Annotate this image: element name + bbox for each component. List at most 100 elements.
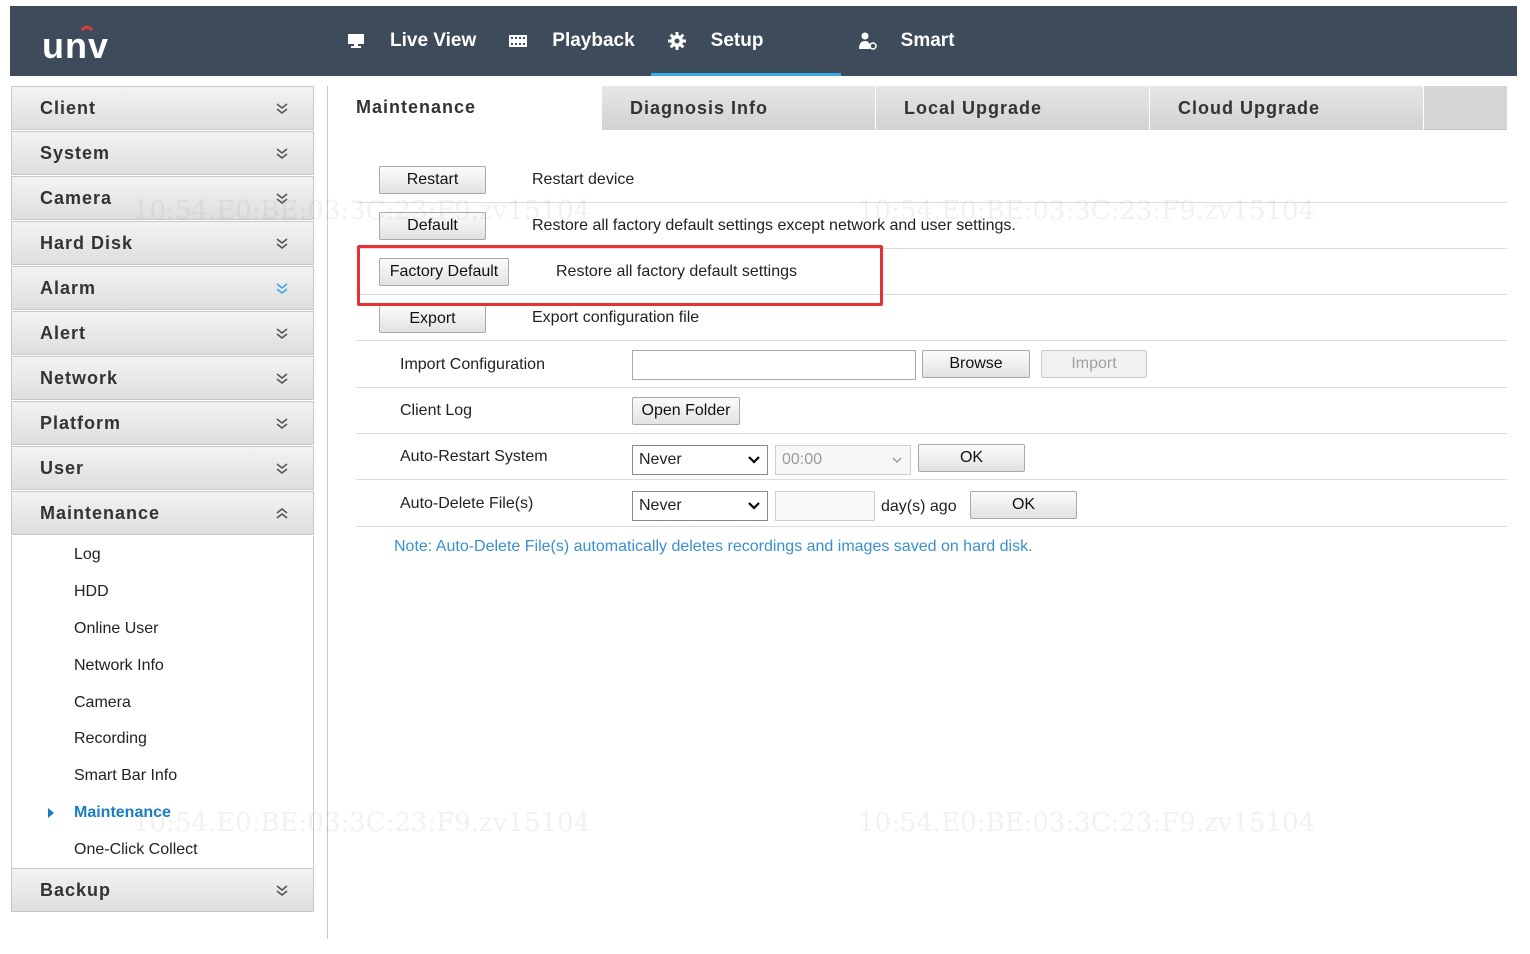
tab-label: Diagnosis Info: [630, 97, 769, 118]
sidebar-menu-platform[interactable]: Platform: [11, 401, 314, 445]
sidebar-menu-alert[interactable]: Alert: [11, 311, 314, 355]
svg-text:unv: unv: [42, 25, 109, 64]
chevron-down-icon: [276, 885, 288, 897]
sidebar-menu-label: Platform: [40, 412, 122, 433]
nav-setup[interactable]: Setup: [650, 6, 841, 76]
top-bar: unv Live View Playback Setup Smart: [10, 6, 1517, 76]
sidebar-menu-label: Camera: [40, 187, 113, 208]
auto-delete-days-suffix: day(s) ago: [881, 498, 957, 515]
user-smart-icon: [857, 31, 877, 51]
chevron-down-icon: [276, 103, 288, 115]
sidebar-menu-hard-disk[interactable]: Hard Disk: [11, 221, 314, 265]
client-log-label: Client Log: [400, 402, 473, 419]
sidebar-item-network-info[interactable]: Network Info: [12, 647, 313, 684]
auto-restart-label: Auto-Restart System: [400, 448, 548, 465]
sidebar-item-label: Maintenance: [74, 803, 171, 821]
tab-diagnosis-info[interactable]: Diagnosis Info: [602, 86, 876, 130]
auto-restart-ok-button[interactable]: OK: [918, 444, 1025, 472]
tab-label: Cloud Upgrade: [1178, 97, 1320, 118]
auto-restart-frequency-select[interactable]: Never: [632, 445, 768, 475]
row-export: Export Export configuration file: [356, 295, 1507, 341]
sidebar-menu-backup[interactable]: Backup: [11, 868, 314, 913]
export-description: Export configuration file: [532, 309, 700, 326]
auto-delete-note: Note: Auto-Delete File(s) automatically …: [394, 538, 1033, 555]
chevron-down-icon: [748, 502, 760, 510]
sidebar-menu-label: Alert: [40, 322, 87, 343]
import-button[interactable]: Import: [1041, 350, 1147, 378]
sidebar-item-maintenance[interactable]: Maintenance: [12, 795, 313, 832]
active-marker-icon: [48, 807, 54, 818]
row-auto-restart: Auto-Restart System Never 00:00 OK: [356, 434, 1507, 480]
nav-live-view[interactable]: Live View: [330, 6, 492, 76]
auto-delete-frequency-select[interactable]: Never: [632, 491, 768, 521]
sidebar-menu-label: Alarm: [40, 277, 97, 298]
maintenance-submenu: Log HDD Online User Network Info Camera …: [11, 536, 314, 869]
sidebar-menu-label: System: [40, 142, 111, 163]
sidebar-item-label: Log: [74, 546, 101, 564]
auto-restart-time-select[interactable]: 00:00: [775, 445, 911, 475]
default-description: Restore all factory default settings exc…: [532, 217, 1016, 234]
chevron-up-icon: [276, 507, 288, 519]
row-client-log: Client Log Open Folder: [356, 388, 1507, 434]
export-button[interactable]: Export: [379, 305, 486, 333]
main-nav: Live View Playback Setup Smart: [330, 6, 971, 76]
nav-setup-label: Setup: [710, 30, 764, 51]
factory-default-button[interactable]: Factory Default: [379, 258, 509, 286]
chevron-down-icon: [276, 148, 288, 160]
sidebar-menu-camera[interactable]: Camera: [11, 176, 314, 220]
default-button[interactable]: Default: [379, 212, 486, 240]
tab-label: Maintenance: [356, 97, 477, 117]
sidebar-menu-client[interactable]: Client: [11, 86, 314, 130]
gear-icon: [667, 31, 687, 51]
select-value: 00:00: [782, 451, 823, 468]
sidebar-menu-system[interactable]: System: [11, 131, 314, 175]
sidebar-item-camera[interactable]: Camera: [12, 684, 313, 721]
chevron-down-icon: [276, 193, 288, 205]
import-file-input[interactable]: [632, 350, 916, 380]
sidebar-menu-label: Maintenance: [40, 502, 161, 523]
sidebar-item-hdd[interactable]: HDD: [12, 574, 313, 611]
browse-button[interactable]: Browse: [922, 350, 1030, 378]
chevron-down-icon: [276, 283, 288, 295]
sidebar-item-label: Recording: [74, 730, 147, 748]
sidebar-menu-label: User: [40, 457, 85, 478]
tab-label: Local Upgrade: [904, 97, 1043, 118]
nav-playback[interactable]: Playback: [492, 6, 650, 76]
sidebar-menu-label: Backup: [40, 879, 112, 900]
sidebar-item-online-user[interactable]: Online User: [12, 611, 313, 648]
sidebar-item-label: Network Info: [74, 656, 164, 674]
sidebar-menu-maintenance[interactable]: Maintenance: [11, 491, 314, 535]
sidebar-menu-label: Hard Disk: [40, 232, 134, 253]
auto-delete-days-input[interactable]: [775, 491, 875, 521]
row-default: Default Restore all factory default sett…: [356, 203, 1507, 249]
tab-bar: Maintenance Diagnosis Info Local Upgrade…: [328, 86, 1507, 130]
row-import-configuration: Import Configuration Browse Import: [356, 342, 1507, 388]
sidebar-item-label: Camera: [74, 693, 131, 711]
sidebar-item-label: Online User: [74, 619, 159, 637]
sidebar-item-smart-bar-info[interactable]: Smart Bar Info: [12, 758, 313, 795]
tab-maintenance[interactable]: Maintenance: [328, 86, 602, 130]
select-value: Never: [639, 497, 682, 514]
unv-logo: unv: [42, 25, 109, 64]
restart-button[interactable]: Restart: [379, 166, 486, 194]
sidebar-item-recording[interactable]: Recording: [12, 721, 313, 758]
tab-cloud-upgrade[interactable]: Cloud Upgrade: [1150, 86, 1424, 130]
chevron-down-icon: [276, 373, 288, 385]
nav-smart[interactable]: Smart: [841, 6, 971, 76]
sidebar-item-one-click-collect[interactable]: One-Click Collect: [12, 831, 313, 868]
row-auto-delete: Auto-Delete File(s) Never day(s) ago OK: [356, 481, 1507, 527]
chevron-down-icon: [276, 418, 288, 430]
chevron-down-icon: [748, 456, 760, 464]
nav-live-view-label: Live View: [390, 30, 477, 51]
sidebar: Client System Camera Hard Disk Alarm Ale…: [11, 86, 314, 913]
auto-delete-ok-button[interactable]: OK: [970, 491, 1077, 519]
open-folder-button[interactable]: Open Folder: [632, 397, 740, 425]
sidebar-menu-user[interactable]: User: [11, 446, 314, 490]
sidebar-item-label: HDD: [74, 583, 109, 601]
sidebar-menu-network[interactable]: Network: [11, 356, 314, 400]
sidebar-menu-alarm[interactable]: Alarm: [11, 266, 314, 310]
sidebar-menu-label: Network: [40, 367, 119, 388]
content-divider: [327, 86, 328, 939]
tab-local-upgrade[interactable]: Local Upgrade: [876, 86, 1150, 130]
sidebar-item-log[interactable]: Log: [12, 537, 313, 574]
